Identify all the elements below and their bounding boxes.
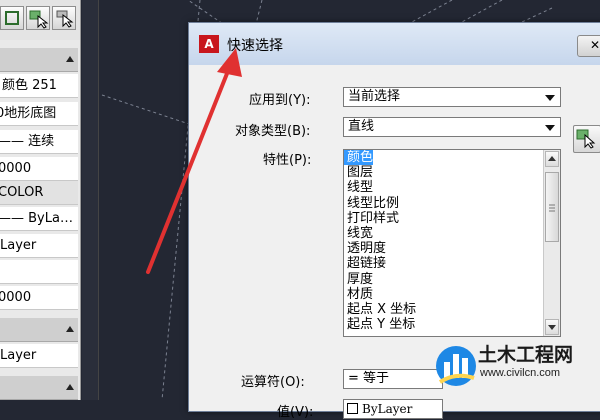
object-type-value: 直线 [348, 119, 375, 134]
quick-select-button[interactable] [52, 6, 76, 30]
apply-to-select[interactable]: 当前选择 [343, 87, 561, 107]
palette-row-value: 0地形底图 [0, 106, 57, 121]
properties-palette: 颜色 251 0地形底图 —— 连续 0000 COLOR —— ByLa… L… [0, 0, 81, 400]
dialog-title: 快速选择 [227, 38, 283, 54]
palette-row-value: Layer [0, 238, 37, 253]
select-objects-icon [576, 129, 596, 149]
apply-to-label: 应用到(Y): [249, 93, 311, 108]
palette-toolbar [0, 0, 80, 40]
quick-select-icon [56, 10, 74, 28]
collapse-icon [66, 384, 74, 390]
list-item[interactable]: 起点 X 坐标 [344, 302, 560, 317]
value-label: 值(V): [277, 405, 314, 420]
watermark-name: 土木工程网 [478, 345, 574, 366]
chevron-down-icon [545, 95, 555, 101]
palette-row-value: 0000 [0, 161, 32, 176]
canvas-vertical-divider [82, 0, 99, 400]
select-objects-icon [29, 10, 49, 29]
operator-select[interactable]: = 等于 [343, 369, 443, 389]
palette-row-value: 0000 [0, 290, 32, 305]
palette-row-linetype[interactable]: —— 连续 [0, 130, 78, 154]
palette-row-plotstyle[interactable]: COLOR [0, 181, 78, 205]
list-item[interactable]: 超链接 [344, 256, 560, 271]
palette-row-value: 颜色 251 [2, 78, 57, 93]
close-icon: ✕ [589, 38, 600, 52]
palette-row-value: COLOR [0, 185, 44, 200]
value-select[interactable]: ByLayer [343, 399, 443, 419]
collapse-icon [66, 56, 74, 62]
scroll-down-button[interactable] [545, 319, 559, 335]
list-item[interactable]: 打印样式 [344, 211, 560, 226]
object-type-label: 对象类型(B): [235, 124, 311, 139]
palette-row-hyperlink[interactable] [0, 260, 78, 284]
palette-row-transparency[interactable]: Layer [0, 234, 78, 258]
list-item-selected[interactable]: 颜色 [344, 150, 373, 166]
palette-row-color[interactable]: 颜色 251 [0, 74, 78, 98]
grip-icon [549, 204, 555, 212]
chevron-down-icon [545, 125, 555, 131]
palette-row-lineweight[interactable]: —— ByLa… [0, 207, 78, 231]
palette-row-ltscale[interactable]: 0000 [0, 157, 78, 181]
autocad-icon: A [199, 35, 219, 53]
scroll-down-icon [548, 325, 556, 330]
list-item[interactable]: 线型 [344, 180, 560, 195]
list-scrollbar[interactable] [543, 150, 560, 336]
operator-value: = 等于 [348, 371, 390, 386]
close-button[interactable]: ✕ [577, 35, 600, 57]
select-objects-button[interactable] [573, 125, 600, 153]
color-swatch-icon [347, 403, 358, 414]
scroll-up-button[interactable] [545, 151, 559, 167]
palette-row-layer[interactable]: 0地形底图 [0, 102, 78, 126]
list-item[interactable]: 透明度 [344, 241, 560, 256]
palette-row-material[interactable]: Layer [0, 344, 78, 368]
palette-row-thickness[interactable]: 0000 [0, 286, 78, 310]
toggle-pickadd-button[interactable] [0, 6, 24, 30]
palette-row-value: Layer [0, 348, 37, 363]
collapse-icon [66, 326, 74, 332]
list-item[interactable]: 材质 [344, 287, 560, 302]
list-item[interactable]: 起点 Y 坐标 [344, 317, 560, 332]
palette-section-general[interactable] [0, 48, 78, 72]
dialog-titlebar[interactable]: A 快速选择 ✕ [189, 23, 600, 65]
watermark: 土木工程网 www.civilcn.com [432, 334, 600, 400]
scroll-thumb[interactable] [545, 172, 559, 242]
list-item[interactable]: 线型比例 [344, 196, 560, 211]
palette-section-geometry[interactable] [0, 376, 78, 400]
scroll-up-icon [548, 156, 556, 161]
list-item[interactable]: 图层 [344, 165, 560, 180]
list-item[interactable]: 线宽 [344, 226, 560, 241]
properties-label: 特性(P): [263, 153, 312, 168]
value-value: ByLayer [362, 402, 413, 416]
select-objects-button[interactable] [26, 6, 50, 30]
list-item[interactable]: 厚度 [344, 272, 560, 287]
palette-section-3d[interactable] [0, 318, 78, 342]
apply-to-value: 当前选择 [348, 89, 401, 104]
operator-label: 运算符(O): [241, 375, 305, 390]
palette-row-value: —— ByLa… [0, 211, 73, 226]
watermark-logo-icon [436, 346, 476, 386]
properties-list[interactable]: 颜色 图层 线型 线型比例 打印样式 线宽 透明度 超链接 厚度 材质 起点 X… [343, 149, 561, 337]
watermark-url: www.civilcn.com [480, 367, 561, 379]
object-type-select[interactable]: 直线 [343, 117, 561, 137]
pickadd-icon [5, 11, 19, 25]
palette-row-value: —— 连续 [0, 134, 55, 149]
